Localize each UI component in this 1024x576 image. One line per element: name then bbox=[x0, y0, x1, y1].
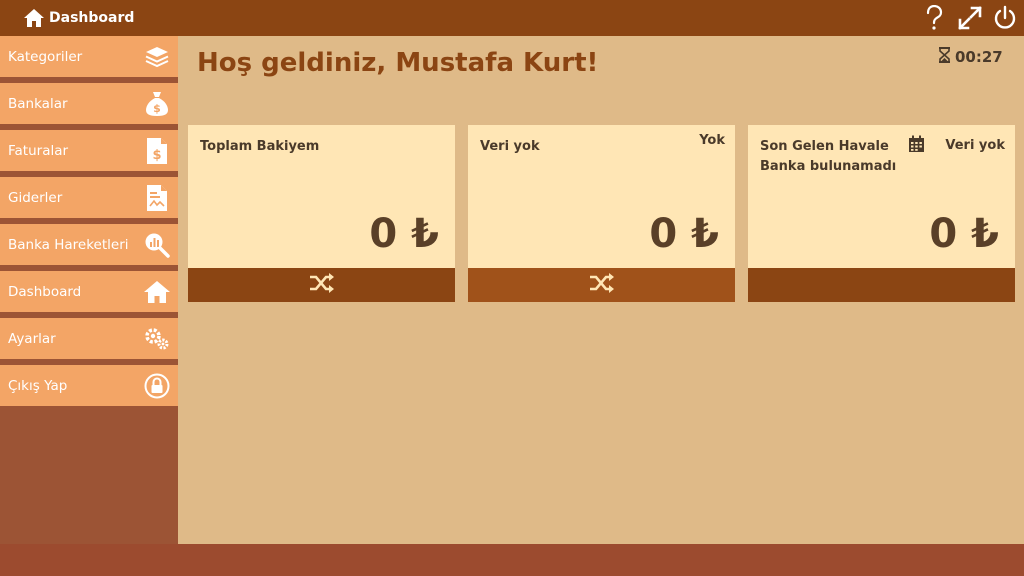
sidebar-item-faturalar[interactable]: Faturalar $ bbox=[0, 130, 178, 171]
card-subtitle: Banka bulunamadı bbox=[760, 159, 897, 174]
lock-icon bbox=[142, 371, 172, 401]
shuffle-icon[interactable] bbox=[589, 273, 615, 297]
power-icon[interactable] bbox=[991, 4, 1019, 32]
card-title: Son Gelen Havale bbox=[760, 139, 889, 154]
timer-value: 00:27 bbox=[955, 48, 1003, 66]
sidebar-item-label: Giderler bbox=[8, 190, 63, 206]
app-title[interactable]: Dashboard bbox=[49, 10, 134, 26]
card-status: Yok bbox=[699, 133, 725, 148]
sidebar-item-label: Faturalar bbox=[8, 143, 69, 159]
card-title: Toplam Bakiyem bbox=[200, 139, 320, 154]
card-toplam-bakiyem: Toplam Bakiyem 0 ₺ bbox=[188, 125, 455, 302]
gears-icon bbox=[142, 324, 172, 354]
card-status: Veri yok bbox=[945, 138, 1005, 153]
card-title: Veri yok bbox=[480, 139, 540, 154]
card-amount: 0 ₺ bbox=[929, 211, 999, 257]
sidebar-item-bankalar[interactable]: Bankalar $ bbox=[0, 83, 178, 124]
svg-text:$: $ bbox=[153, 102, 161, 115]
sidebar: Kategoriler Bankalar $ Faturalar $ Gider… bbox=[0, 36, 178, 544]
sidebar-item-giderler[interactable]: Giderler bbox=[0, 177, 178, 218]
sidebar-item-banka-hareketleri[interactable]: Banka Hareketleri bbox=[0, 224, 178, 265]
sidebar-item-label: Dashboard bbox=[8, 284, 82, 300]
sidebar-item-ayarlar[interactable]: Ayarlar bbox=[0, 318, 178, 359]
chart-search-icon bbox=[142, 230, 172, 260]
invoice-icon: $ bbox=[142, 136, 172, 166]
expense-doc-icon bbox=[142, 183, 172, 213]
home-icon bbox=[142, 277, 172, 307]
help-icon[interactable] bbox=[920, 4, 948, 32]
sidebar-item-label: Kategoriler bbox=[8, 49, 83, 65]
fullscreen-icon[interactable] bbox=[956, 4, 984, 32]
layers-icon bbox=[142, 42, 172, 72]
session-timer: 00:27 bbox=[938, 47, 1003, 67]
card-amount: 0 ₺ bbox=[369, 211, 439, 257]
shuffle-icon[interactable] bbox=[309, 273, 335, 297]
card-amount: 0 ₺ bbox=[649, 211, 719, 257]
svg-text:$: $ bbox=[152, 148, 161, 163]
footer-bar bbox=[0, 544, 1024, 576]
card-title-group: Son Gelen Havale Banka bulunamadı bbox=[760, 137, 896, 177]
card-footer bbox=[748, 268, 1015, 302]
sidebar-item-label: Banka Hareketleri bbox=[8, 237, 129, 253]
hourglass-icon bbox=[938, 47, 951, 67]
sidebar-item-kategoriler[interactable]: Kategoriler bbox=[0, 36, 178, 77]
sidebar-item-label: Bankalar bbox=[8, 96, 68, 112]
home-icon[interactable] bbox=[24, 9, 44, 27]
sidebar-item-label: Çıkış Yap bbox=[8, 378, 68, 394]
sidebar-item-dashboard[interactable]: Dashboard bbox=[0, 271, 178, 312]
card-son-gelen-havale: Son Gelen Havale Banka bulunamadı Veri y… bbox=[748, 125, 1015, 302]
card-footer-button[interactable] bbox=[188, 268, 455, 302]
card-veri-yok: Veri yok Yok 0 ₺ bbox=[468, 125, 735, 302]
card-footer-button[interactable] bbox=[468, 268, 735, 302]
sidebar-item-label: Ayarlar bbox=[8, 331, 56, 347]
page-title: Hoş geldiniz, Mustafa Kurt! bbox=[197, 48, 599, 78]
sidebar-item-cikis-yap[interactable]: Çıkış Yap bbox=[0, 365, 178, 406]
calendar-icon[interactable] bbox=[908, 135, 925, 157]
top-bar: Dashboard bbox=[0, 0, 1024, 36]
money-bag-icon: $ bbox=[142, 89, 172, 119]
